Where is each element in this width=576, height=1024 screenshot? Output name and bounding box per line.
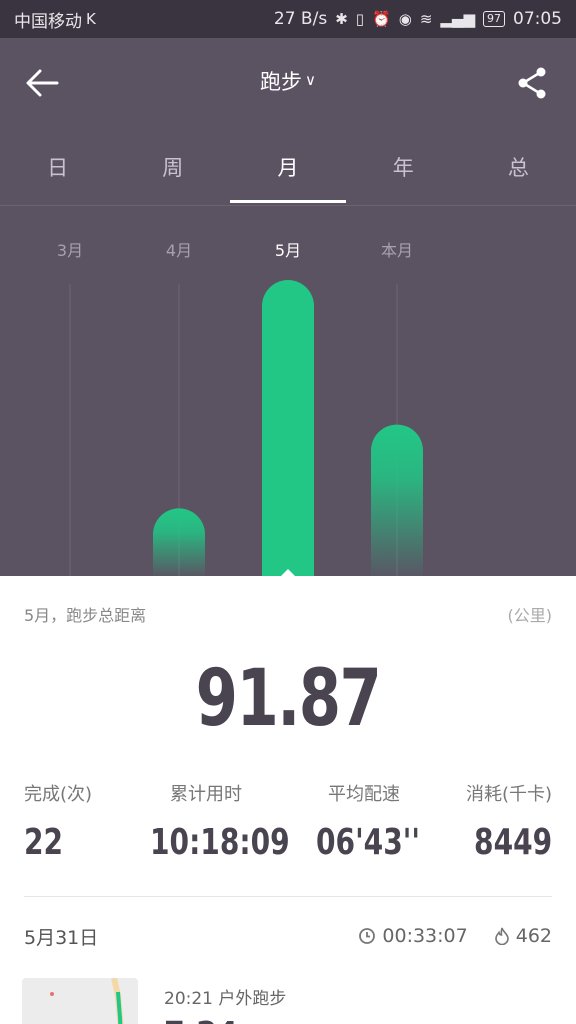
stat-value: 22 — [24, 822, 64, 863]
carrier-group: 中国移动 K — [14, 7, 274, 32]
monthly-distance-chart: 3月 4月 5月 本月 — [0, 206, 576, 576]
tab-total[interactable]: 总 — [461, 150, 576, 205]
period-tabs: 日 周 月 年 总 — [0, 150, 576, 206]
status-bar: 中国移动 K 27 B/s ✱ ▯ ⏰ ◉ ≋ ▂▄▆ 97 07:05 — [0, 0, 576, 38]
stat-pace: 平均配速 06'43'' — [316, 780, 449, 863]
duration-value: 00:33:07 — [382, 925, 468, 947]
share-icon[interactable] — [516, 66, 548, 100]
wifi-icon: ≋ — [419, 10, 433, 28]
bar[interactable] — [153, 508, 205, 576]
stat-label: 平均配速 — [328, 784, 400, 805]
run-list-item[interactable]: 20:21 户外跑步 7.24 — [22, 978, 562, 1024]
sport-selector[interactable]: 跑步 ∨ — [0, 66, 576, 96]
x-tick-label[interactable]: 3月 — [57, 241, 83, 260]
page-title[interactable]: 跑步 — [260, 70, 302, 94]
stat-value: 10:18:09 — [150, 822, 290, 863]
battery-indicator: 97 — [483, 11, 505, 27]
header: 跑步 ∨ 日 周 月 年 总 — [0, 38, 576, 206]
route-map-thumbnail — [22, 978, 138, 1024]
x-tick-label[interactable]: 本月 — [381, 241, 413, 260]
day-calories: 462 — [494, 925, 552, 947]
calories-value: 462 — [515, 925, 552, 947]
distance-unit: (公里) — [507, 606, 553, 625]
stat-label: 完成(次) — [24, 784, 93, 805]
vibrate-icon: ▯ — [355, 10, 365, 28]
carrier-name: 中国移动 — [14, 11, 82, 32]
stat-duration: 累计用时 10:18:09 — [150, 780, 329, 863]
run-distance: 7.24 — [164, 1016, 238, 1024]
stat-value: 8449 — [473, 822, 552, 863]
tab-day[interactable]: 日 — [0, 150, 115, 205]
stat-label: 消耗(千卡) — [465, 784, 552, 805]
network-speed: 27 B/s — [273, 9, 328, 29]
day-duration: 00:33:07 — [358, 925, 468, 947]
tab-year[interactable]: 年 — [346, 150, 461, 205]
stats-row: 完成(次) 22 累计用时 10:18:09 平均配速 06'43'' 消耗(千… — [0, 780, 576, 870]
clock-icon — [359, 928, 376, 944]
bluetooth-icon: ✱ — [335, 10, 348, 28]
run-title: 20:21 户外跑步 — [164, 989, 287, 1009]
divider — [24, 896, 552, 897]
signal-icon: ▂▄▆ — [440, 10, 475, 28]
alarm-icon: ⏰ — [372, 10, 391, 28]
route-map-image — [22, 978, 138, 1024]
stat-label: 累计用时 — [170, 784, 242, 805]
day-date: 5月31日 — [24, 926, 99, 949]
x-tick-label[interactable]: 5月 — [275, 241, 301, 260]
k-icon: K — [86, 10, 96, 28]
distance-caption: 5月，跑步总距离 — [24, 606, 147, 625]
bar[interactable] — [262, 280, 314, 576]
tab-month[interactable]: 月 — [230, 150, 346, 205]
chevron-down-icon[interactable]: ∨ — [305, 71, 316, 89]
stat-value: 06'43'' — [316, 822, 420, 863]
flame-icon — [494, 927, 509, 945]
day-header: 5月31日 00:33:07 462 — [24, 922, 552, 950]
stat-calories: 消耗(千卡) 8449 — [452, 780, 552, 863]
status-right: 27 B/s ✱ ▯ ⏰ ◉ ≋ ▂▄▆ 97 07:05 — [274, 9, 562, 29]
stat-count: 完成(次) 22 — [24, 780, 92, 863]
tab-week[interactable]: 周 — [115, 150, 230, 205]
eye-icon: ◉ — [398, 10, 412, 28]
total-distance: 91.87 — [195, 654, 382, 744]
summary-card: 5月，跑步总距离 (公里) 91.87 完成(次) 22 累计用时 10:18:… — [0, 576, 576, 1024]
bar[interactable] — [371, 424, 423, 576]
x-tick-label[interactable]: 4月 — [166, 241, 192, 260]
clock: 07:05 — [513, 9, 562, 29]
chart-svg: 3月 4月 5月 本月 — [57, 241, 423, 576]
